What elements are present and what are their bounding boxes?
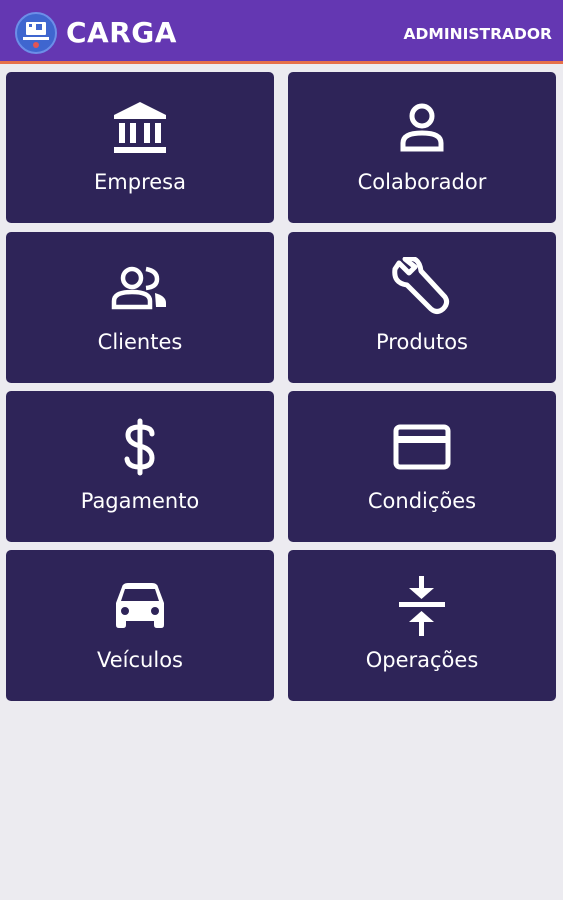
tile-label: Pagamento (80, 489, 200, 513)
tile-label: Operações (365, 648, 479, 672)
dollar-icon (6, 415, 274, 479)
app-bar: CARGA ADMINISTRADOR (0, 0, 563, 64)
compress-arrows-icon (288, 574, 556, 638)
wrench-icon (288, 256, 556, 320)
tile-label: Veículos (97, 648, 183, 672)
app-title: CARGA (66, 16, 177, 49)
tile-produtos[interactable]: Produtos (288, 232, 556, 383)
tile-clientes[interactable]: Clientes (6, 232, 274, 383)
tile-operacoes[interactable]: Operações (288, 550, 556, 701)
tile-pagamento[interactable]: Pagamento (6, 391, 274, 542)
tile-label: Empresa (94, 170, 186, 194)
car-icon (6, 574, 274, 638)
tile-condicoes[interactable]: Condições (288, 391, 556, 542)
people-icon (6, 256, 274, 320)
tile-label: Condições (367, 489, 477, 513)
bank-icon (6, 96, 274, 160)
person-icon (288, 96, 556, 160)
tile-label: Clientes (97, 330, 183, 354)
app-logo-icon[interactable] (15, 12, 57, 54)
tile-label: Colaborador (357, 170, 487, 194)
account-label[interactable]: ADMINISTRADOR (404, 24, 552, 44)
tile-label: Produtos (376, 330, 468, 354)
tile-veiculos[interactable]: Veículos (6, 550, 274, 701)
tile-colaborador[interactable]: Colaborador (288, 72, 556, 223)
tile-empresa[interactable]: Empresa (6, 72, 274, 223)
credit-card-icon (288, 415, 556, 479)
